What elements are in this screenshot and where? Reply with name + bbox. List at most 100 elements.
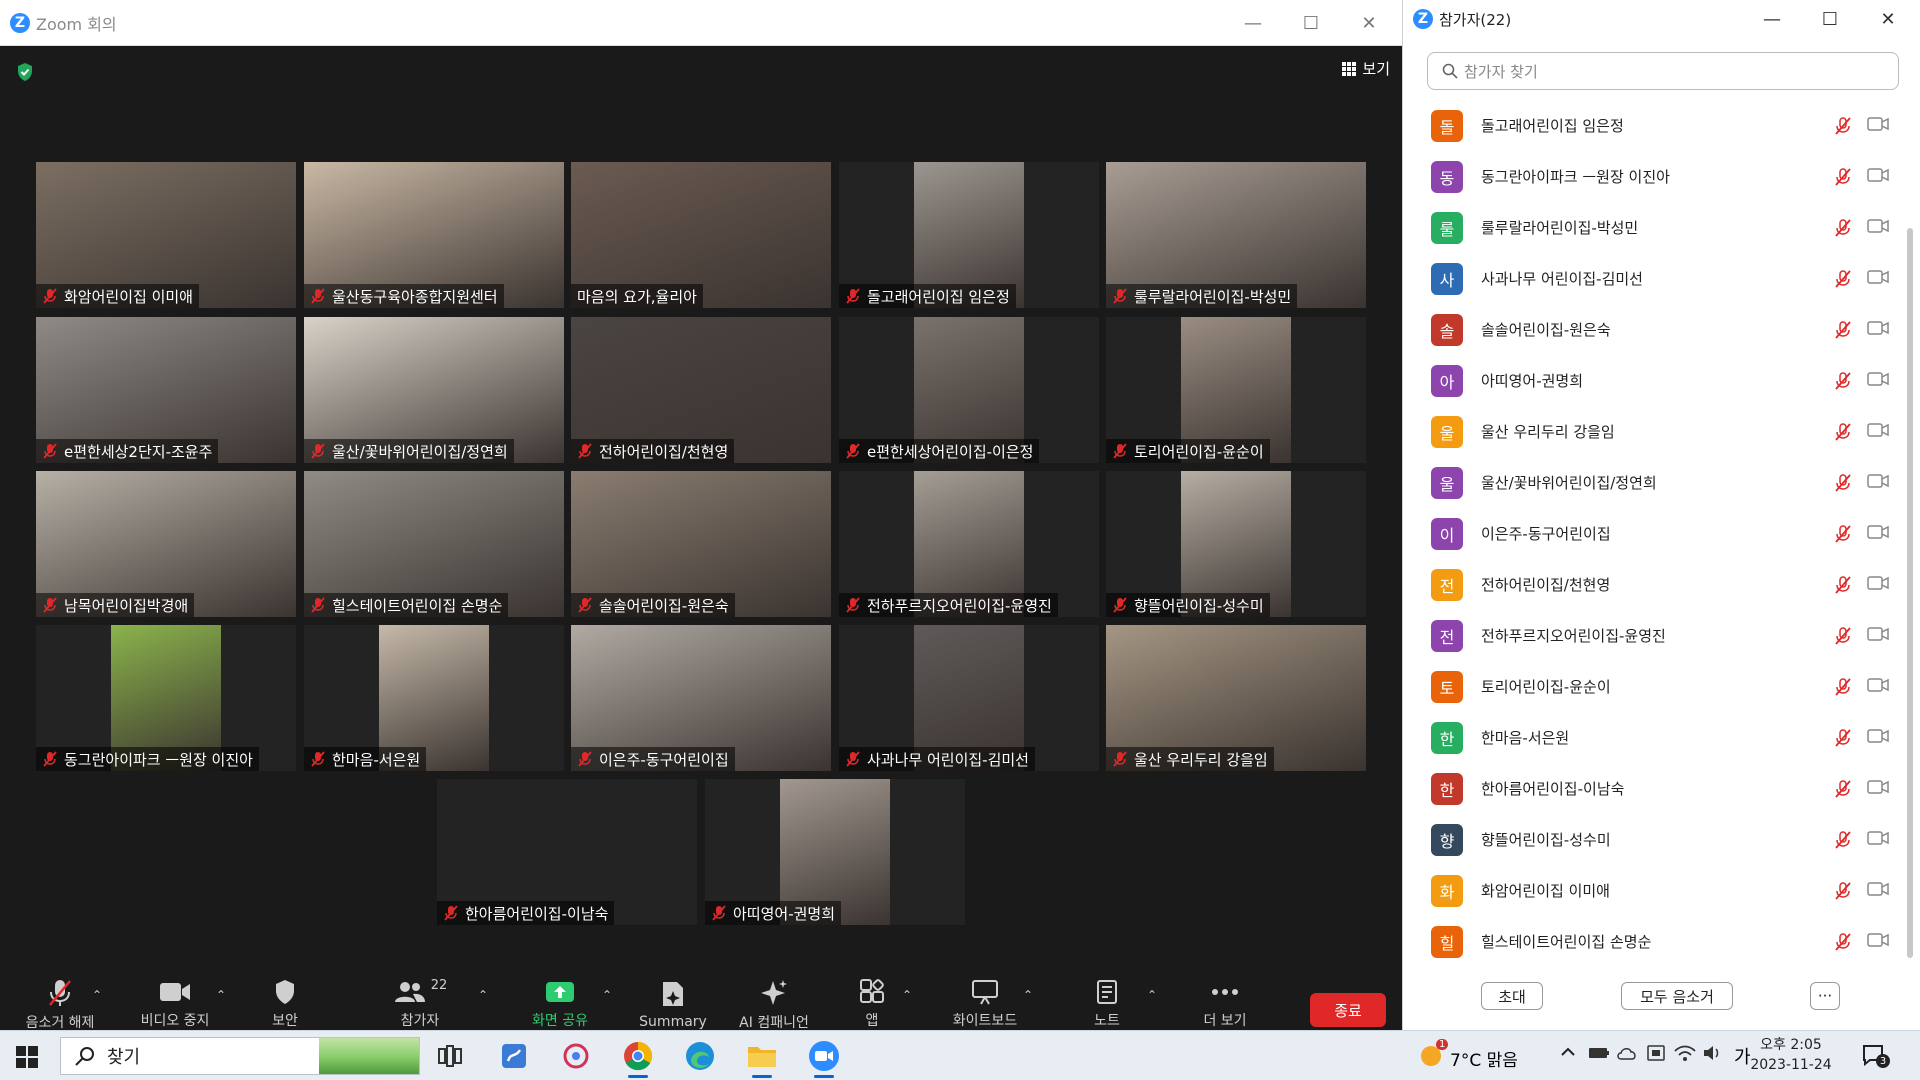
video-tile[interactable]: 남목어린이집박경애 bbox=[36, 471, 296, 617]
video-off-icon[interactable] bbox=[1867, 167, 1889, 183]
panel-more-button[interactable]: ··· bbox=[1810, 982, 1840, 1010]
video-tile[interactable]: 솔솔어린이집-원은숙 bbox=[571, 471, 831, 617]
speaker-icon[interactable] bbox=[1702, 1043, 1722, 1067]
apps-options-caret[interactable]: ⌃ bbox=[902, 988, 912, 1002]
participant-row[interactable]: 아 아띠영어-권명희 bbox=[1403, 355, 1903, 406]
panel-minimize-button[interactable]: — bbox=[1743, 0, 1801, 38]
mic-muted-icon[interactable] bbox=[1833, 575, 1853, 595]
participant-row[interactable]: 울 울산 우리두리 강을임 bbox=[1403, 406, 1903, 457]
mic-muted-icon[interactable] bbox=[1833, 830, 1853, 850]
security-shield-icon[interactable] bbox=[16, 62, 34, 82]
mic-muted-icon[interactable] bbox=[1833, 524, 1853, 544]
wifi-icon[interactable] bbox=[1674, 1043, 1696, 1067]
video-tile[interactable]: 사과나무 어린이집-김미선 bbox=[839, 625, 1099, 771]
video-off-icon[interactable] bbox=[1867, 524, 1889, 540]
whiteboard-options-caret[interactable]: ⌃ bbox=[1023, 988, 1033, 1002]
video-off-icon[interactable] bbox=[1867, 677, 1889, 693]
video-off-icon[interactable] bbox=[1867, 269, 1889, 285]
invite-button[interactable]: 초대 bbox=[1481, 982, 1543, 1010]
video-off-icon[interactable] bbox=[1867, 218, 1889, 234]
participant-row[interactable]: 돌 돌고래어린이집 임은정 bbox=[1403, 100, 1903, 151]
video-tile[interactable]: 울산동구육아종합지원센터 bbox=[304, 162, 564, 308]
participant-row[interactable]: 이 이은주-동구어린이집 bbox=[1403, 508, 1903, 559]
video-tile[interactable]: 화암어린이집 이미애 bbox=[36, 162, 296, 308]
video-tile[interactable]: 향뜰어린이집-성수미 bbox=[1106, 471, 1366, 617]
maximize-button[interactable]: ☐ bbox=[1282, 0, 1340, 46]
weather-widget[interactable]: 1 bbox=[1418, 1039, 1449, 1069]
mic-muted-icon[interactable] bbox=[1833, 677, 1853, 697]
video-tile[interactable]: 힐스테이트어린이집 손명순 bbox=[304, 471, 564, 617]
unmute-button[interactable]: 음소거 해제 bbox=[20, 970, 100, 1031]
audio-options-caret[interactable]: ⌃ bbox=[92, 988, 102, 1002]
more-button[interactable]: 더 보기 bbox=[1190, 970, 1260, 1030]
mic-muted-icon[interactable] bbox=[1833, 320, 1853, 340]
mic-muted-icon[interactable] bbox=[1833, 422, 1853, 442]
video-off-icon[interactable] bbox=[1867, 116, 1889, 132]
whiteboard-button[interactable]: 화이트보드 bbox=[940, 970, 1030, 1030]
task-view-icon[interactable] bbox=[432, 1038, 468, 1074]
video-options-caret[interactable]: ⌃ bbox=[216, 988, 226, 1002]
video-off-icon[interactable] bbox=[1867, 575, 1889, 591]
participants-button[interactable]: 22 참가자 bbox=[380, 970, 460, 1030]
notification-center-icon[interactable]: 3 bbox=[1862, 1044, 1890, 1070]
video-tile[interactable]: 이은주-동구어린이집 bbox=[571, 625, 831, 771]
mic-muted-icon[interactable] bbox=[1833, 371, 1853, 391]
participant-row[interactable]: 힐 힐스테이트어린이집 손명순 bbox=[1403, 916, 1903, 967]
whiteboard-app-icon[interactable] bbox=[496, 1038, 532, 1074]
security-button[interactable]: 보안 bbox=[255, 970, 315, 1030]
mic-muted-icon[interactable] bbox=[1833, 473, 1853, 493]
chrome-icon[interactable] bbox=[620, 1038, 656, 1078]
mic-muted-icon[interactable] bbox=[1833, 779, 1853, 799]
ai-companion-button[interactable]: AI 컴패니언 bbox=[724, 970, 824, 1031]
device-icon[interactable] bbox=[1646, 1043, 1666, 1067]
mic-muted-icon[interactable] bbox=[1833, 269, 1853, 289]
video-off-icon[interactable] bbox=[1867, 371, 1889, 387]
notes-button[interactable]: 노트 bbox=[1082, 970, 1132, 1030]
weather-text[interactable]: 7°C 맑음 bbox=[1450, 1046, 1518, 1071]
mic-muted-icon[interactable] bbox=[1833, 881, 1853, 901]
participant-row[interactable]: 룰 룰루랄라어린이집-박성민 bbox=[1403, 202, 1903, 253]
video-off-icon[interactable] bbox=[1867, 728, 1889, 744]
minimize-button[interactable]: — bbox=[1224, 0, 1282, 46]
participant-list-scrollbar[interactable] bbox=[1907, 228, 1913, 958]
video-off-icon[interactable] bbox=[1867, 473, 1889, 489]
participants-options-caret[interactable]: ⌃ bbox=[478, 988, 488, 1002]
participant-row[interactable]: 동 동그란아이파크 ㅡ원장 이진아 bbox=[1403, 151, 1903, 202]
mic-muted-icon[interactable] bbox=[1833, 167, 1853, 187]
panel-close-button[interactable]: ✕ bbox=[1859, 0, 1917, 38]
notes-options-caret[interactable]: ⌃ bbox=[1147, 988, 1157, 1002]
mic-muted-icon[interactable] bbox=[1833, 728, 1853, 748]
panel-maximize-button[interactable]: ☐ bbox=[1801, 0, 1859, 38]
participant-row[interactable]: 사 사과나무 어린이집-김미선 bbox=[1403, 253, 1903, 304]
participant-row[interactable]: 솔 솔솔어린이집-원은숙 bbox=[1403, 304, 1903, 355]
stop-video-button[interactable]: 비디오 중지 bbox=[135, 970, 215, 1030]
onedrive-cloud-icon[interactable] bbox=[1616, 1045, 1638, 1064]
share-options-caret[interactable]: ⌃ bbox=[602, 988, 612, 1002]
participant-row[interactable]: 울 울산/꽃바위어린이집/정연희 bbox=[1403, 457, 1903, 508]
video-off-icon[interactable] bbox=[1867, 320, 1889, 336]
windows-start-icon[interactable] bbox=[16, 1046, 38, 1068]
video-off-icon[interactable] bbox=[1867, 626, 1889, 642]
video-tile[interactable]: e편한세상2단지-조윤주 bbox=[36, 317, 296, 463]
video-tile[interactable]: 돌고래어린이집 임은정 bbox=[839, 162, 1099, 308]
participant-row[interactable]: 토 토리어린이집-윤순이 bbox=[1403, 661, 1903, 712]
mic-muted-icon[interactable] bbox=[1833, 116, 1853, 136]
file-explorer-icon[interactable] bbox=[744, 1038, 780, 1078]
video-tile[interactable]: 한아름어린이집-이남숙 bbox=[437, 779, 697, 925]
chevron-up-icon[interactable] bbox=[1560, 1044, 1576, 1064]
apps-button[interactable]: 앱 bbox=[852, 970, 892, 1030]
video-off-icon[interactable] bbox=[1867, 830, 1889, 846]
participant-row[interactable]: 한 한아름어린이집-이남숙 bbox=[1403, 763, 1903, 814]
video-tile[interactable]: e편한세상어린이집-이은정 bbox=[839, 317, 1099, 463]
participant-row[interactable]: 한 한마음-서은원 bbox=[1403, 712, 1903, 763]
participant-search-input[interactable]: 참가자 찾기 bbox=[1427, 52, 1899, 90]
video-tile[interactable]: 아띠영어-권명희 bbox=[705, 779, 965, 925]
photo-app-icon[interactable] bbox=[558, 1038, 594, 1074]
video-tile[interactable]: 전하푸르지오어린이집-윤영진 bbox=[839, 471, 1099, 617]
participant-row[interactable]: 향 향뜰어린이집-성수미 bbox=[1403, 814, 1903, 865]
mic-muted-icon[interactable] bbox=[1833, 218, 1853, 238]
mute-all-button[interactable]: 모두 음소거 bbox=[1621, 982, 1733, 1010]
taskbar-search-box[interactable]: 찾기 bbox=[60, 1037, 420, 1075]
share-screen-button[interactable]: 화면 공유 bbox=[520, 970, 600, 1030]
video-off-icon[interactable] bbox=[1867, 881, 1889, 897]
